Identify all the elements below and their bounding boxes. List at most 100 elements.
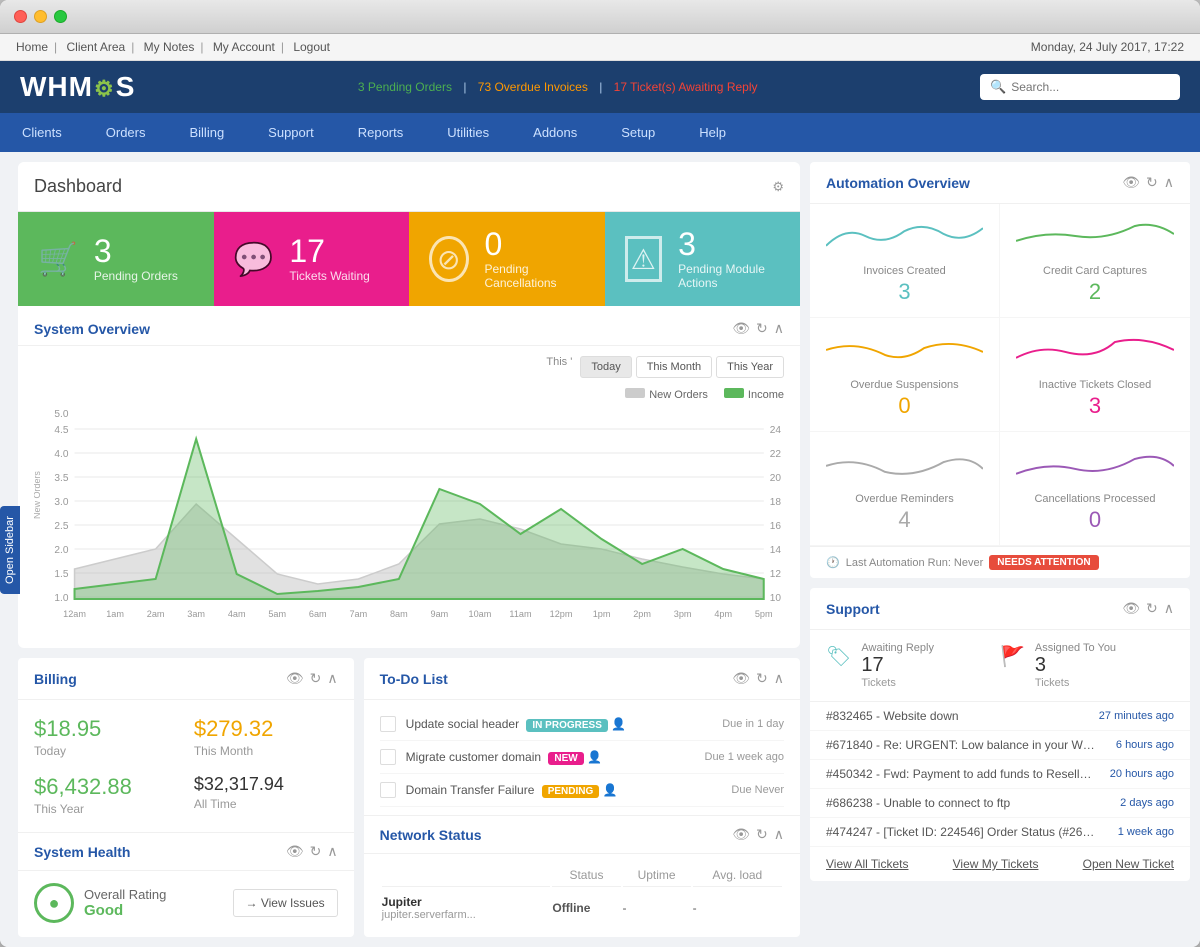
billing-refresh-icon[interactable]: ↻ (310, 670, 322, 687)
todo-refresh-icon[interactable]: ↻ (756, 670, 768, 687)
close-button[interactable] (14, 10, 27, 23)
svg-text:4.5: 4.5 (54, 425, 68, 436)
nav-setup[interactable]: Setup (599, 113, 677, 152)
topbar-client-area[interactable]: Client Area (66, 40, 125, 54)
svg-text:1.5: 1.5 (54, 569, 68, 580)
stat-info-tickets: 17 Tickets Waiting (289, 235, 369, 283)
stat-card-module-actions[interactable]: ⚠ 3 Pending Module Actions (605, 212, 801, 306)
network-refresh-icon[interactable]: ↻ (756, 826, 768, 843)
health-refresh-icon[interactable]: ↻ (310, 843, 322, 860)
support-collapse-icon[interactable]: ∧ (1164, 600, 1174, 617)
logo: WHM⚙S (20, 71, 135, 103)
network-collapse-icon[interactable]: ∧ (774, 826, 784, 843)
svg-text:5.0: 5.0 (54, 409, 68, 420)
ticket-text-1: #832465 - Website down (826, 709, 1091, 723)
todo-checkbox-3[interactable] (380, 782, 396, 798)
view-my-tickets-link[interactable]: View My Tickets (953, 857, 1039, 871)
health-visibility-icon[interactable]: 👁 (286, 843, 304, 860)
content-right: Automation Overview 👁 ↻ ∧ Invoices Creat… (810, 162, 1190, 937)
health-actions: 👁 ↻ ∧ (286, 843, 338, 860)
todo-title: To-Do List (380, 671, 448, 687)
dashboard-gear-icon[interactable]: ⚙ (772, 179, 784, 195)
todo-visibility-icon[interactable]: 👁 (732, 670, 750, 687)
maximize-button[interactable] (54, 10, 67, 23)
overall-rating-value: Good (84, 902, 166, 919)
automation-visibility-icon[interactable]: 👁 (1122, 174, 1140, 191)
server-host: jupiter.serverfarm... (382, 909, 551, 921)
needs-attention-badge: NEEDS ATTENTION (989, 555, 1098, 570)
topbar-my-account[interactable]: My Account (213, 40, 275, 54)
automation-refresh-icon[interactable]: ↻ (1146, 174, 1158, 191)
health-collapse-icon[interactable]: ∧ (327, 843, 337, 860)
system-overview-title: System Overview (34, 321, 150, 337)
support-refresh-icon[interactable]: ↻ (1146, 600, 1158, 617)
todo-checkbox-2[interactable] (380, 749, 396, 765)
todo-checkbox-1[interactable] (380, 716, 396, 732)
stat-info-cancellations: 0 Pending Cancellations (485, 228, 585, 290)
billing-visibility-icon[interactable]: 👁 (286, 670, 304, 687)
open-sidebar-tab[interactable]: Open Sidebar (0, 506, 20, 594)
topbar-logout[interactable]: Logout (293, 40, 330, 54)
ticket-time-1: 27 minutes ago (1099, 710, 1174, 722)
list-item: Domain Transfer Failure PENDING 👤 Due Ne… (380, 774, 784, 807)
support-title: Support (826, 601, 880, 617)
collapse-icon[interactable]: ∧ (774, 320, 784, 337)
chart-btn-this-month[interactable]: This Month (636, 356, 712, 378)
nav-reports[interactable]: Reports (336, 113, 426, 152)
stat-card-pending-orders[interactable]: 🛒 3 Pending Orders (18, 212, 214, 306)
logo-text: WHM⚙S (20, 71, 135, 103)
pending-orders-alert[interactable]: 3 Pending Orders (358, 80, 452, 94)
support-actions: 👁 ↻ ∧ (1122, 600, 1174, 617)
automation-header: Automation Overview 👁 ↻ ∧ (810, 162, 1190, 204)
stat-card-pending-cancellations[interactable]: ⊘ 0 Pending Cancellations (409, 212, 605, 306)
assigned-count: 3 (1035, 654, 1116, 677)
table-row: #450342 - Fwd: Payment to add funds to R… (810, 760, 1190, 789)
nav-utilities[interactable]: Utilities (425, 113, 511, 152)
pending-cancellations-value: 0 (485, 228, 585, 260)
chart-btn-today[interactable]: Today (580, 356, 631, 378)
tickets-awaiting-alert[interactable]: 17 Ticket(s) Awaiting Reply (614, 80, 758, 94)
topbar-home[interactable]: Home (16, 40, 48, 54)
nav-help[interactable]: Help (677, 113, 748, 152)
topbar-my-notes[interactable]: My Notes (144, 40, 195, 54)
billing-collapse-icon[interactable]: ∧ (327, 670, 337, 687)
nav-billing[interactable]: Billing (167, 113, 246, 152)
ticket-text-4: #686238 - Unable to connect to ftp (826, 796, 1096, 810)
svg-text:2pm: 2pm (633, 609, 651, 619)
todo-badge-2: NEW (548, 752, 583, 765)
automation-collapse-icon[interactable]: ∧ (1164, 174, 1174, 191)
view-all-tickets-link[interactable]: View All Tickets (826, 857, 908, 871)
nav-clients[interactable]: Clients (0, 113, 84, 152)
todo-panel: To-Do List 👁 ↻ ∧ Update social header IN… (364, 658, 800, 937)
open-new-ticket-link[interactable]: Open New Ticket (1083, 857, 1174, 871)
chart-controls: This ' Today This Month This Year (34, 356, 784, 378)
support-visibility-icon[interactable]: 👁 (1122, 600, 1140, 617)
svg-text:2am: 2am (147, 609, 165, 619)
nav-support[interactable]: Support (246, 113, 336, 152)
stat-info-module-actions: 3 Pending Module Actions (678, 228, 780, 290)
chart-btn-this-year[interactable]: This Year (716, 356, 784, 378)
nav-orders[interactable]: Orders (84, 113, 168, 152)
todo-collapse-icon[interactable]: ∧ (774, 670, 784, 687)
svg-text:12pm: 12pm (550, 609, 573, 619)
ticket-text-5: #474247 - [Ticket ID: 224546] Order Stat… (826, 825, 1096, 839)
auto-label-inactive-tickets: Inactive Tickets Closed (1016, 379, 1174, 391)
ticket-time-2: 6 hours ago (1116, 739, 1174, 751)
search-input[interactable] (1011, 80, 1170, 94)
overdue-invoices-alert[interactable]: 73 Overdue Invoices (478, 80, 588, 94)
stat-card-tickets-waiting[interactable]: 💬 17 Tickets Waiting (214, 212, 410, 306)
billing-year-amount: $6,432.88 (34, 774, 178, 800)
network-visibility-icon[interactable]: 👁 (732, 826, 750, 843)
support-summary: 🏷 Awaiting Reply 17 Tickets 🚩 Assigned T… (810, 630, 1190, 702)
billing-year-period: This Year (34, 802, 178, 816)
view-issues-button[interactable]: → View Issues (233, 889, 338, 917)
system-health-title: System Health (34, 844, 130, 860)
minimize-button[interactable] (34, 10, 47, 23)
nav-addons[interactable]: Addons (511, 113, 599, 152)
visibility-icon[interactable]: 👁 (732, 320, 750, 337)
svg-text:4am: 4am (228, 609, 246, 619)
svg-text:12: 12 (770, 569, 782, 580)
automation-title: Automation Overview (826, 175, 970, 191)
billing-grid: $18.95 Today $279.32 This Month $6,432.8… (18, 700, 354, 832)
refresh-icon[interactable]: ↻ (756, 320, 768, 337)
